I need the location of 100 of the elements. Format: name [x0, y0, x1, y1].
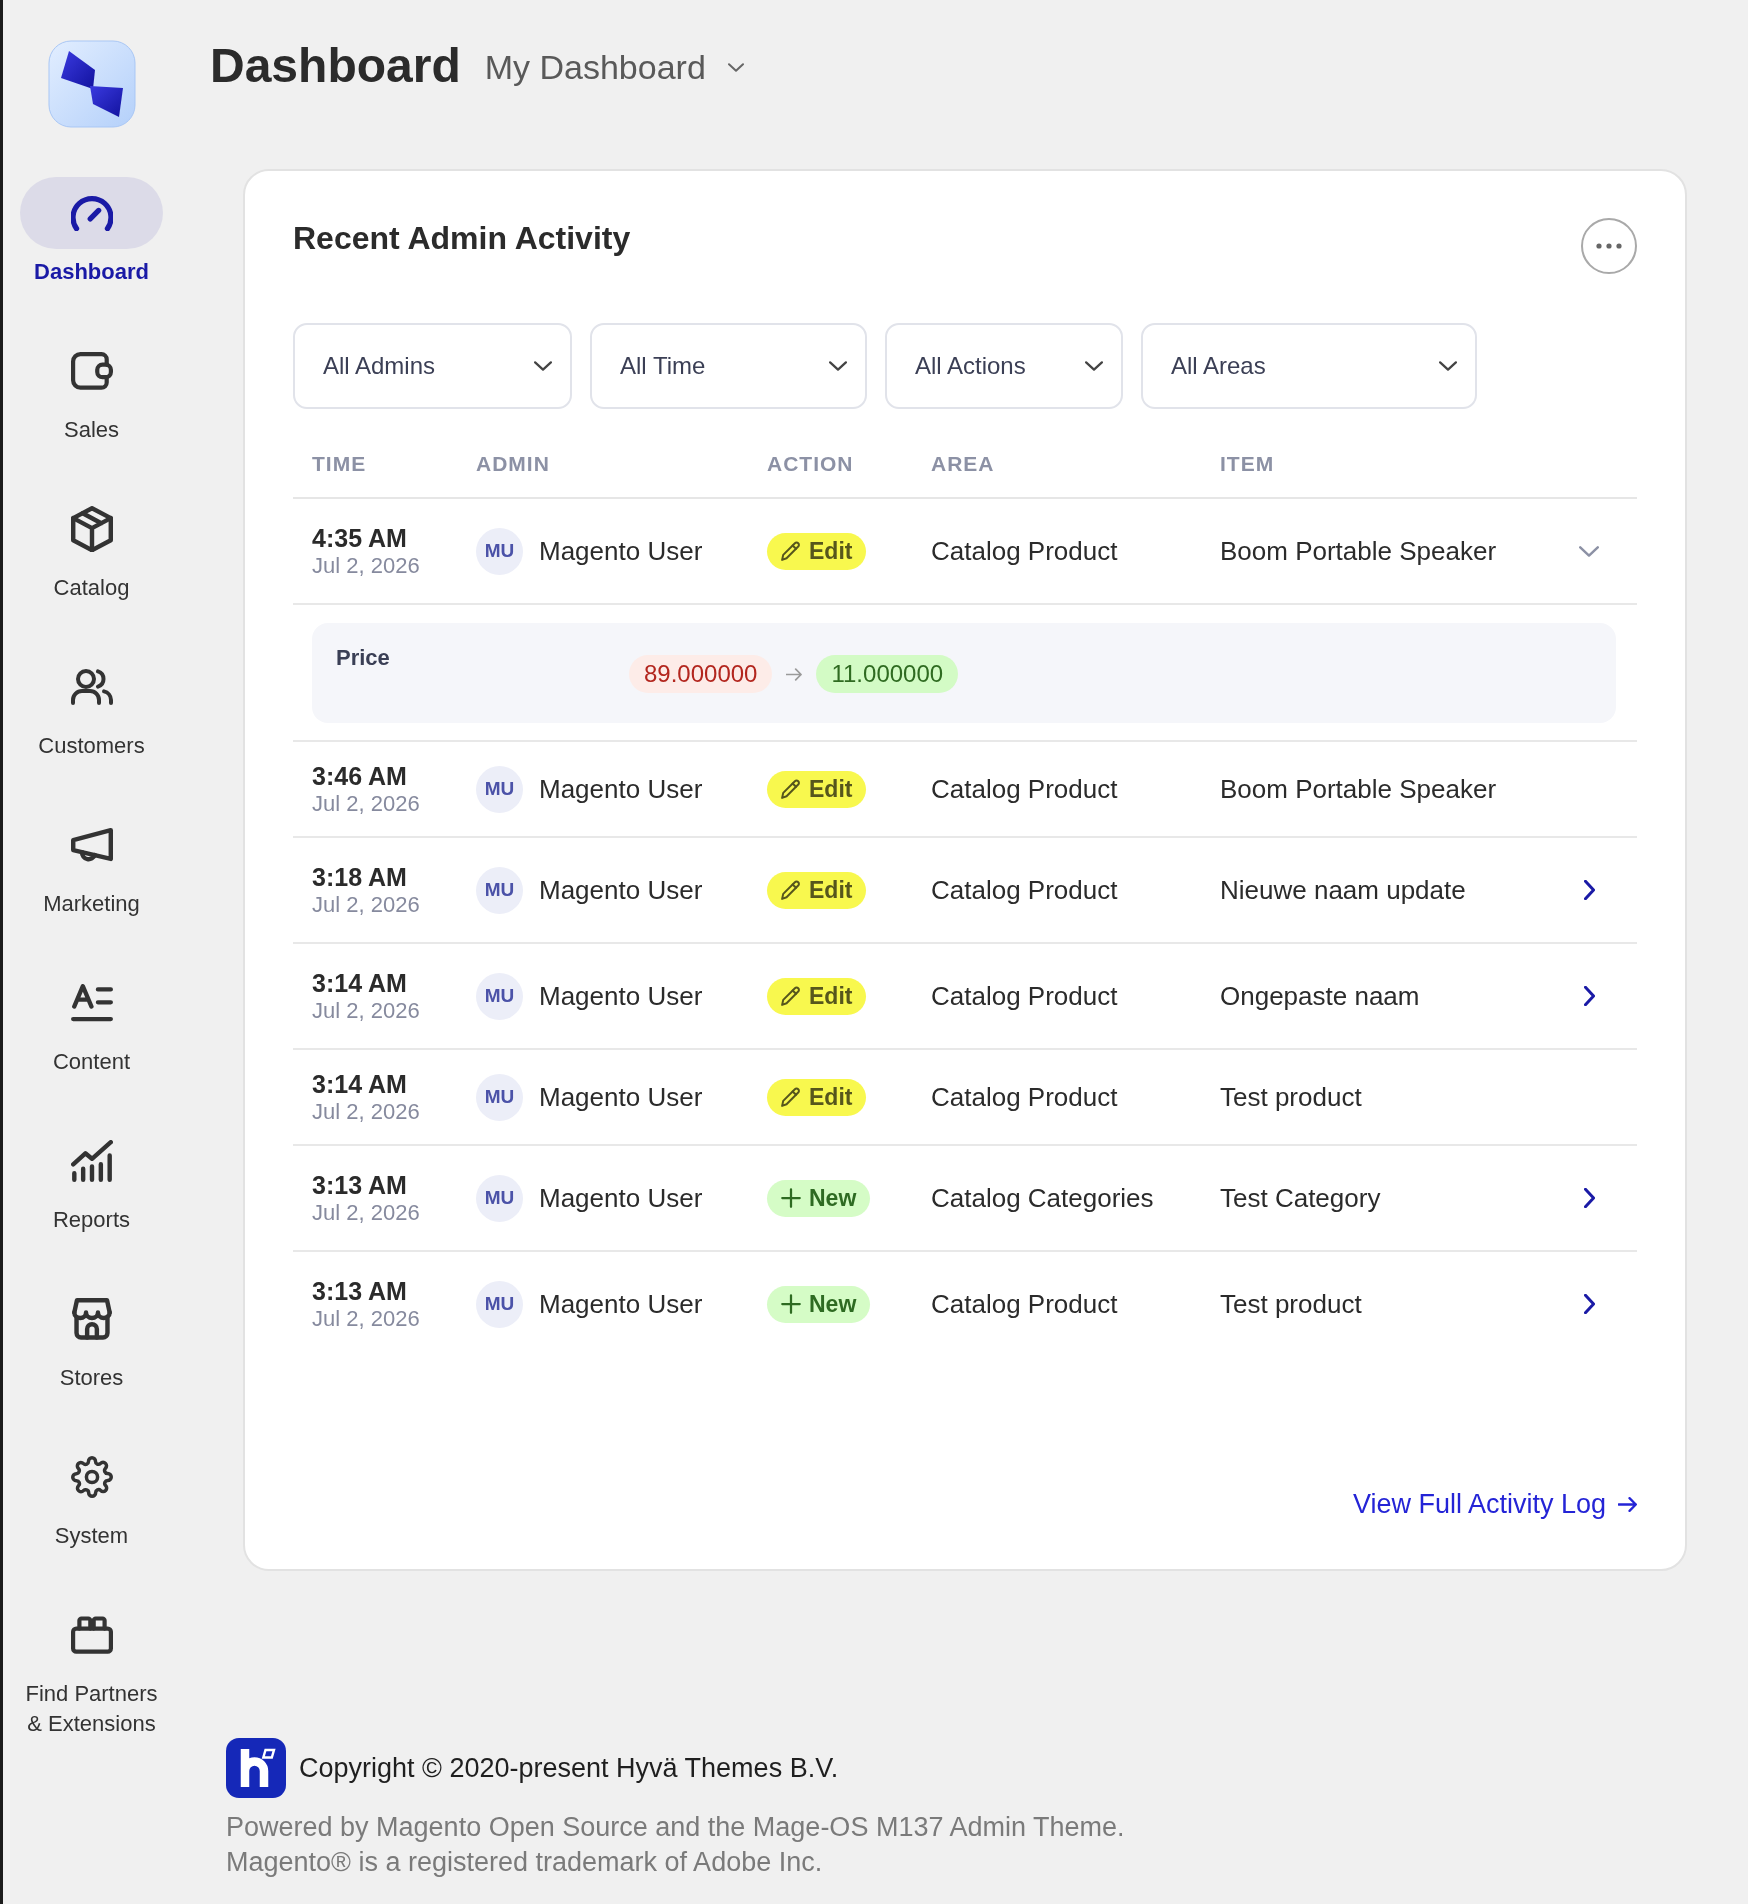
action-label: Edit — [809, 982, 853, 1010]
pencil-icon — [781, 986, 801, 1006]
filter-dropdown[interactable]: All Actions — [885, 323, 1123, 409]
wallet-icon — [70, 352, 113, 390]
time-text: 3:14 AM — [312, 1069, 408, 1099]
date-text: Jul 2, 2026 — [312, 1099, 421, 1125]
date-text: Jul 2, 2026 — [312, 998, 421, 1024]
admin-avatar: MU — [476, 866, 523, 914]
text-format-icon — [70, 984, 113, 1022]
sidebar-nav-item[interactable]: Customers — [20, 651, 163, 761]
brick-icon — [70, 1616, 113, 1654]
column-header: TIME — [312, 451, 368, 477]
time-text: 3:13 AM — [312, 1276, 408, 1306]
plus-icon — [781, 1188, 801, 1208]
area-text: Catalog Product — [931, 1288, 1119, 1320]
item-text: Boom Portable Speaker — [1220, 773, 1498, 805]
caret-icon — [727, 62, 744, 72]
arrow-right-icon — [786, 667, 803, 681]
sidebar-nav-item[interactable]: System — [20, 1441, 163, 1551]
time-text: 3:18 AM — [312, 862, 408, 892]
date-text: Jul 2, 2026 — [312, 1200, 421, 1226]
cube-icon — [70, 505, 113, 553]
sidebar-nav-item[interactable]: Content — [20, 967, 163, 1077]
gauge-icon — [70, 194, 113, 232]
powered-by-text: Powered by Magento Open Source and the Mage-OS M137 Admin Theme. — [226, 1811, 1126, 1844]
sidebar-nav-item[interactable]: Marketing — [20, 809, 163, 919]
item-text: Test product — [1220, 1081, 1363, 1113]
time-text: 3:14 AM — [312, 968, 408, 998]
view-activity-log-link[interactable]: View Full Activity Log — [1352, 1488, 1637, 1520]
chevron-down-icon[interactable] — [1579, 545, 1599, 557]
area-text: Catalog Product — [931, 874, 1119, 906]
admin-avatar: MU — [476, 1073, 523, 1121]
area-text: Catalog Product — [931, 535, 1119, 567]
sidebar-nav-item[interactable]: Reports — [20, 1125, 163, 1235]
date-text: Jul 2, 2026 — [312, 791, 421, 817]
admin-avatar: MU — [476, 527, 523, 575]
time-text: 3:46 AM — [312, 761, 408, 791]
column-header: ADMIN — [476, 451, 551, 477]
date-text: Jul 2, 2026 — [312, 553, 421, 579]
area-text: Catalog Product — [931, 773, 1119, 805]
brand-logo-icon — [226, 1738, 286, 1798]
column-header: ITEM — [1220, 451, 1276, 477]
action-label: Edit — [809, 876, 853, 904]
users-icon — [70, 669, 113, 705]
sidebar-nav-item[interactable]: Find Partners & Extensions — [16, 1599, 167, 1739]
new-value-badge: 11.000000 — [816, 655, 959, 693]
admin-avatar: MU — [476, 1174, 523, 1222]
logo-icon — [47, 40, 136, 128]
admin-avatar: MU — [476, 972, 523, 1020]
chevron-down-icon — [534, 361, 552, 371]
column-header: ACTION — [767, 451, 855, 477]
date-text: Jul 2, 2026 — [312, 892, 421, 918]
chevron-down-icon — [1085, 361, 1103, 371]
pencil-icon — [781, 779, 801, 799]
dashboard-switcher[interactable]: My Dashboard — [484, 47, 744, 87]
admin-avatar: MU — [476, 1280, 523, 1328]
chevron-right-icon[interactable] — [1583, 1294, 1595, 1314]
arrow-right-icon — [1618, 1496, 1637, 1512]
area-text: Catalog Categories — [931, 1182, 1155, 1214]
admin-name: Magento User — [539, 1182, 703, 1214]
bar-chart-icon — [70, 1140, 113, 1182]
admin-name: Magento User — [539, 874, 703, 906]
sidebar-nav-item[interactable]: Sales — [20, 335, 163, 445]
trademark-text: Magento® is a registered trademark of Adobe Inc. — [226, 1846, 824, 1879]
admin-name: Magento User — [539, 535, 703, 567]
old-value-badge: 89.000000 — [629, 655, 773, 693]
item-text: Ongepaste naam — [1220, 980, 1421, 1012]
time-text: 4:35 AM — [312, 523, 408, 553]
item-text: Nieuwe naam update — [1220, 874, 1467, 906]
chevron-right-icon[interactable] — [1583, 986, 1595, 1006]
filter-dropdown[interactable]: All Time — [590, 323, 867, 409]
settings-icon — [70, 1456, 113, 1498]
action-label: New — [809, 1290, 857, 1318]
filter-dropdown[interactable]: All Admins — [293, 323, 572, 409]
admin-name: Magento User — [539, 1288, 703, 1320]
pencil-icon — [781, 1087, 801, 1107]
action-label: Edit — [809, 775, 853, 803]
sidebar-nav-item[interactable]: Dashboard — [20, 177, 163, 287]
chevron-right-icon[interactable] — [1583, 880, 1595, 900]
area-text: Catalog Product — [931, 1081, 1119, 1113]
date-text: Jul 2, 2026 — [312, 1306, 421, 1332]
time-text: 3:13 AM — [312, 1170, 408, 1200]
copyright-text: Copyright © 2020-present Hyvä Themes B.V. — [299, 1752, 839, 1785]
admin-avatar: MU — [476, 765, 523, 813]
filter-dropdown[interactable]: All Areas — [1141, 323, 1477, 409]
action-label: Edit — [809, 537, 853, 565]
chevron-down-icon — [1439, 361, 1457, 371]
admin-name: Magento User — [539, 773, 703, 805]
more-icon — [1596, 243, 1622, 249]
chevron-down-icon — [829, 361, 847, 371]
storefront-icon — [70, 1297, 113, 1341]
sidebar-nav-item[interactable]: Catalog — [20, 493, 163, 603]
item-text: Test Category — [1220, 1182, 1382, 1214]
chevron-right-icon[interactable] — [1583, 1188, 1595, 1208]
field-label: Price — [336, 645, 391, 671]
sidebar-nav-item[interactable]: Stores — [20, 1283, 163, 1393]
pencil-icon — [781, 880, 801, 900]
page-title: Dashboard — [210, 38, 461, 94]
action-label: Edit — [809, 1083, 853, 1111]
admin-name: Magento User — [539, 980, 703, 1012]
